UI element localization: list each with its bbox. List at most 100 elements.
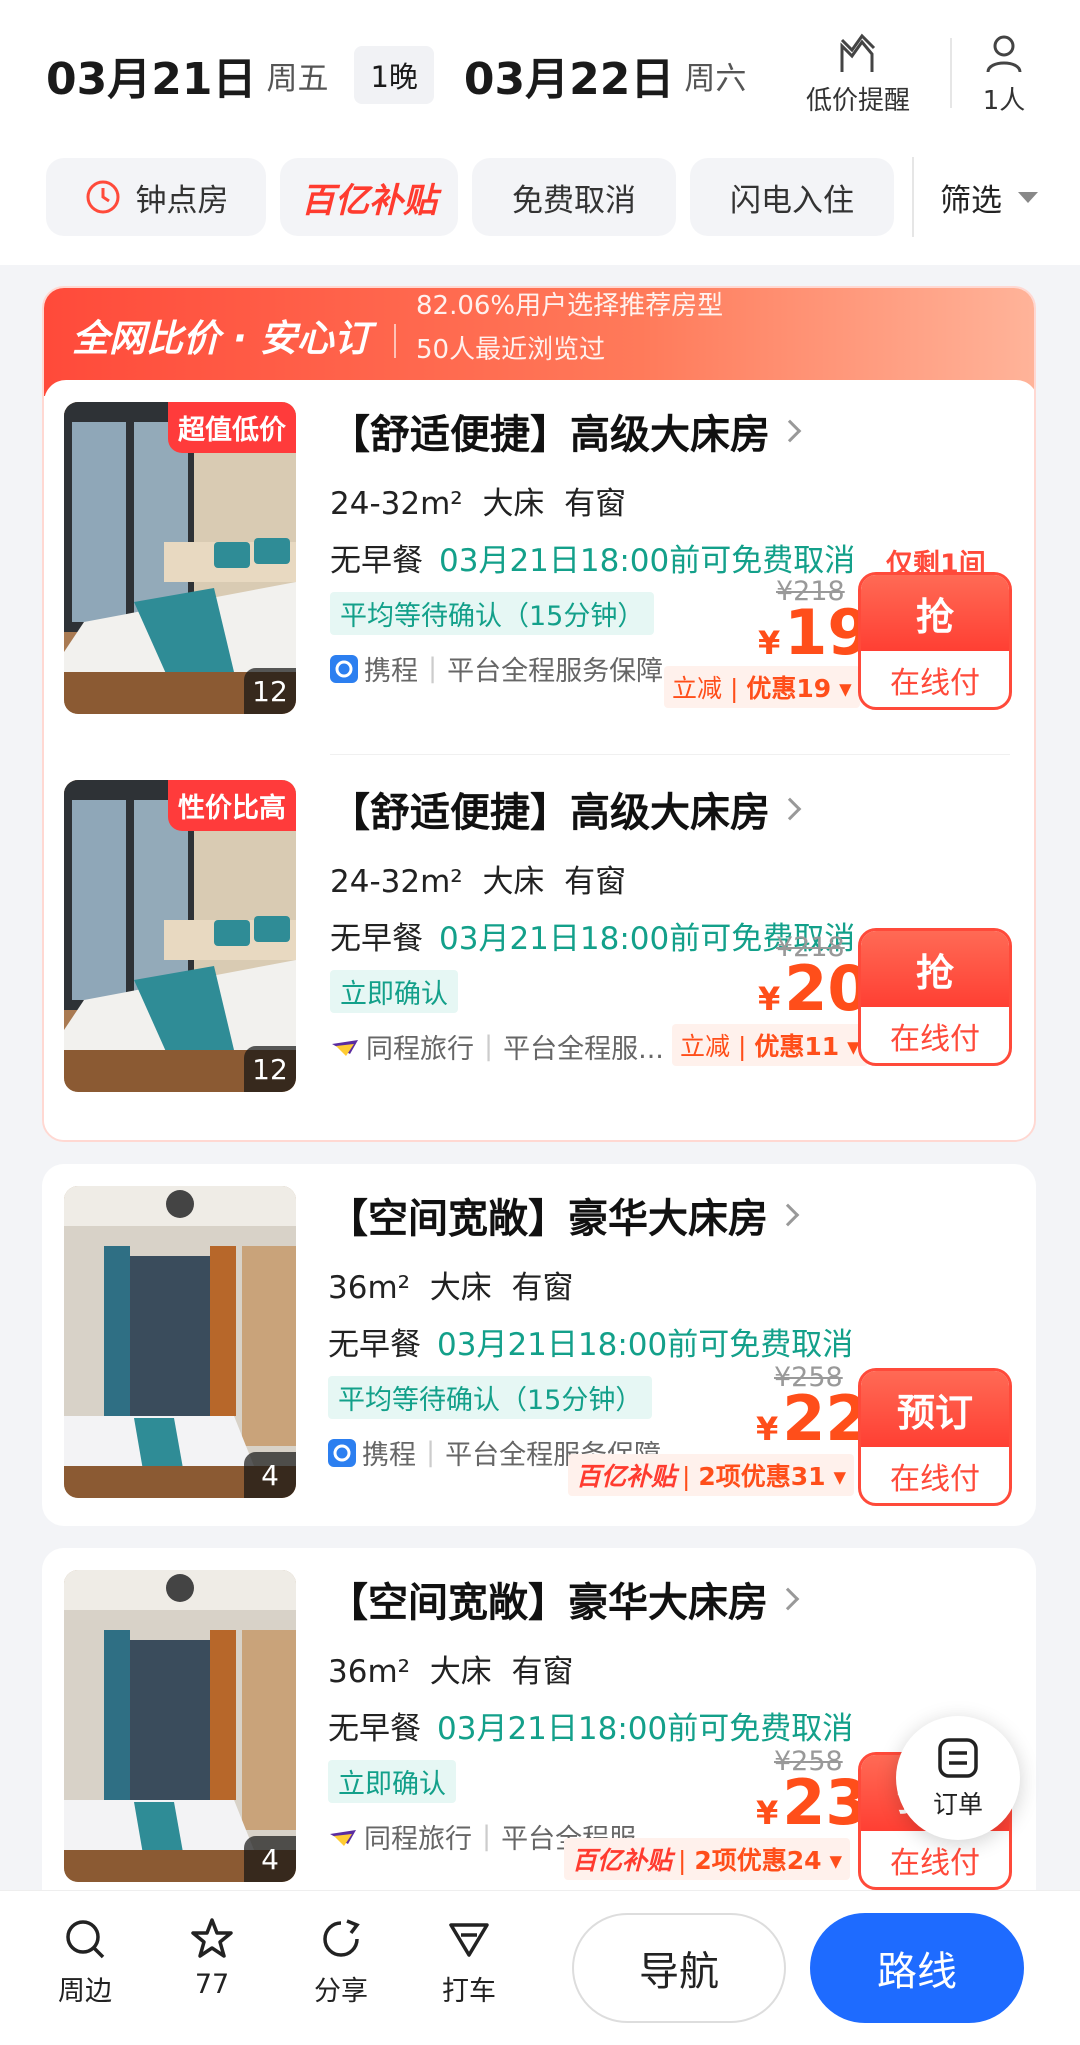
caret-down-icon bbox=[1018, 191, 1038, 203]
date-selector[interactable]: 03月21日 周五 1晚 03月22日 周六 bbox=[46, 40, 746, 110]
checkout-date[interactable]: 03月22日 bbox=[464, 43, 674, 107]
room-card[interactable]: 4 【空间宽敞】豪华大床房 36m² 大床 有窗 无早餐 03月21日18:00前… bbox=[42, 1548, 1036, 1890]
filter-hourly[interactable]: 钟点房 bbox=[46, 158, 266, 236]
tab-nearby[interactable]: 周边 bbox=[58, 1915, 112, 2008]
book-button-label: 预订 bbox=[861, 1371, 1009, 1447]
confirm-tag: 平均等待确认（15分钟） bbox=[330, 592, 655, 635]
provider-guarantee: 平台全程服... bbox=[503, 1034, 664, 1065]
confirm-tag: 立即确认 bbox=[330, 970, 458, 1013]
tab-favorites[interactable]: 77 bbox=[188, 1915, 236, 2000]
room-bed: 大床 bbox=[482, 864, 545, 900]
room-badge: 超值低价 bbox=[168, 402, 296, 453]
room-photo[interactable]: 4 bbox=[64, 1570, 296, 1882]
room-card[interactable]: 4 【空间宽敞】豪华大床房 36m² 大床 有窗 无早餐 03月21日18:00前… bbox=[42, 1164, 1036, 1526]
discount-tag[interactable]: 百亿补贴 | 2项优惠24 ▾ bbox=[564, 1838, 851, 1880]
provider-guarantee: 平台全程服务保障 bbox=[447, 656, 664, 687]
taxi-icon bbox=[449, 1923, 489, 1957]
room-photo[interactable]: 性价比高 12 bbox=[64, 780, 296, 1092]
room-spec: 36m² 大床 有窗 bbox=[328, 1646, 853, 1691]
pay-online-label: 在线付 bbox=[890, 666, 980, 701]
room-name-text: 【舒适便捷】高级大床房 bbox=[330, 790, 770, 836]
navigate-button[interactable]: 导航 bbox=[572, 1913, 786, 2023]
room-area: 24-32m² bbox=[330, 486, 463, 522]
chevron-right-icon bbox=[776, 1203, 800, 1227]
breakfast-info: 无早餐 bbox=[330, 921, 423, 957]
subsidy-label: 百亿补贴 bbox=[576, 1462, 677, 1491]
filter-hourly-label: 钟点房 bbox=[135, 182, 229, 219]
room-photo[interactable]: 超值低价 12 bbox=[64, 402, 296, 714]
breakfast-info: 无早餐 bbox=[328, 1711, 421, 1747]
tab-nearby-label: 周边 bbox=[58, 1976, 112, 2007]
price-alert-icon bbox=[840, 33, 876, 72]
room-name[interactable]: 【空间宽敞】豪华大床房 bbox=[328, 1570, 853, 1628]
promo-title: 全网比价 · 安心订 bbox=[72, 317, 371, 360]
guests-button[interactable]: 1人 bbox=[982, 32, 1026, 117]
filter-subsidy[interactable]: 百亿补贴 bbox=[280, 158, 458, 236]
tab-share[interactable]: 分享 bbox=[314, 1915, 368, 2008]
discount-amount: 优惠19 bbox=[746, 674, 832, 703]
tab-share-label: 分享 bbox=[314, 1976, 368, 2007]
room-area: 36m² bbox=[328, 1270, 411, 1306]
photo-count: 4 bbox=[244, 1836, 296, 1882]
provider-name: 携程 bbox=[364, 656, 418, 687]
photo-count: 12 bbox=[244, 668, 296, 714]
book-button[interactable]: 预订 在线付 bbox=[858, 1368, 1012, 1506]
room-badge: 性价比高 bbox=[168, 780, 296, 831]
checkin-weekday: 周五 bbox=[266, 60, 329, 97]
room-spec: 24-32m² 大床 有窗 bbox=[330, 478, 855, 523]
navigate-label: 导航 bbox=[639, 1949, 719, 1995]
photo-count: 12 bbox=[244, 1046, 296, 1092]
currency-symbol: ¥ bbox=[756, 1410, 779, 1448]
provider-name: 同程旅行 bbox=[364, 1824, 472, 1855]
book-button-label: 抢 bbox=[861, 575, 1009, 651]
room-window: 有窗 bbox=[511, 1270, 574, 1306]
discount-tag[interactable]: 百亿补贴 | 2项优惠31 ▾ bbox=[568, 1454, 855, 1496]
search-icon bbox=[66, 1920, 105, 1959]
room-name[interactable]: 【空间宽敞】豪华大床房 bbox=[328, 1186, 853, 1244]
route-label: 路线 bbox=[877, 1949, 957, 1995]
filter-free-cancel[interactable]: 免费取消 bbox=[472, 158, 676, 236]
cancel-policy: 03月21日18:00前可免费取消 bbox=[439, 543, 856, 579]
room-photo[interactable]: 4 bbox=[64, 1186, 296, 1498]
room-item[interactable]: 性价比高 12 【舒适便捷】高级大床房 24-32m² 大床 有窗 无早餐 03月… bbox=[44, 780, 1034, 1110]
chevron-right-icon bbox=[778, 797, 802, 821]
order-fab-button[interactable]: 订单 bbox=[896, 1716, 1020, 1840]
order-icon bbox=[938, 1738, 978, 1778]
room-window: 有窗 bbox=[564, 864, 627, 900]
room-name[interactable]: 【舒适便捷】高级大床房 bbox=[330, 402, 855, 460]
filter-subsidy-label: 百亿补贴 bbox=[301, 180, 437, 221]
book-button[interactable]: 抢 在线付 bbox=[858, 928, 1012, 1066]
currency-symbol: ¥ bbox=[756, 1794, 779, 1832]
photo-count: 4 bbox=[244, 1452, 296, 1498]
filter-flash-checkin[interactable]: 闪电入住 bbox=[690, 158, 894, 236]
currency-symbol: ¥ bbox=[758, 980, 781, 1018]
room-divider bbox=[330, 754, 1010, 755]
route-button[interactable]: 路线 bbox=[810, 1913, 1024, 2023]
confirm-tag: 立即确认 bbox=[328, 1760, 456, 1803]
chevron-right-icon bbox=[778, 419, 802, 443]
tab-taxi[interactable]: 打车 bbox=[442, 1915, 496, 2008]
checkin-date[interactable]: 03月21日 bbox=[46, 43, 256, 107]
discount-amount: 2项优惠31 bbox=[698, 1462, 826, 1491]
room-name[interactable]: 【舒适便捷】高级大床房 bbox=[330, 780, 855, 838]
pay-online-label: 在线付 bbox=[890, 1462, 980, 1497]
price-alert-button[interactable]: 低价提醒 bbox=[806, 32, 910, 117]
book-button[interactable]: 抢 在线付 bbox=[858, 572, 1012, 710]
discount-tag[interactable]: 立减 | 优惠11 ▾ bbox=[672, 1024, 868, 1066]
ctrip-logo-icon bbox=[328, 1438, 356, 1467]
ctrip-logo-icon bbox=[330, 654, 358, 683]
room-item[interactable]: 超值低价 12 【舒适便捷】高级大床房 24-32m² 大床 有窗 无早餐 03月… bbox=[44, 380, 1034, 714]
room-window: 有窗 bbox=[564, 486, 627, 522]
discount-amount: 优惠11 bbox=[754, 1032, 840, 1061]
tongcheng-logo-icon bbox=[332, 1039, 358, 1056]
promo-room-list: 超值低价 12 【舒适便捷】高级大床房 24-32m² 大床 有窗 无早餐 03月… bbox=[44, 380, 1034, 1140]
promo-ticker: 82.06%用户选择推荐房型 50人最近浏览过 bbox=[416, 288, 976, 384]
provider-name: 携程 bbox=[362, 1440, 416, 1471]
favorites-count: 77 bbox=[194, 1969, 230, 2000]
promo-ticker-line1: 82.06%用户选择推荐房型 bbox=[416, 291, 724, 321]
discount-tag[interactable]: 立减 | 优惠19 ▾ bbox=[664, 666, 860, 708]
currency-symbol: ¥ bbox=[758, 624, 781, 662]
filter-dropdown[interactable]: 筛选 bbox=[940, 175, 1038, 220]
tab-taxi-label: 打车 bbox=[442, 1976, 496, 2007]
room-policy: 无早餐 03月21日18:00前可免费取消 bbox=[328, 1703, 853, 1748]
